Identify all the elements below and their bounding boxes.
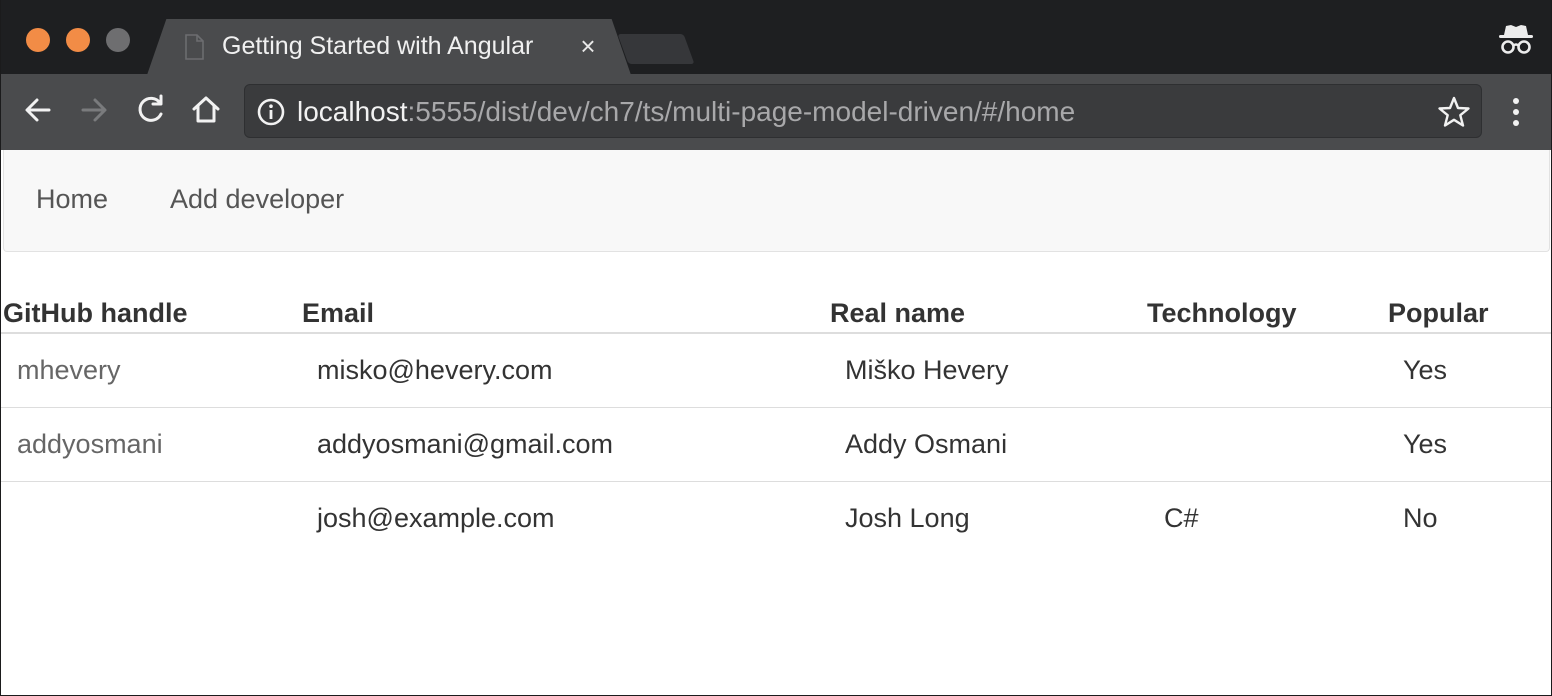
popular-cell: No xyxy=(1403,503,1438,533)
popular-cell: Yes xyxy=(1403,355,1448,385)
email-cell: misko@hevery.com xyxy=(317,355,553,385)
column-header-email: Email xyxy=(302,298,375,328)
github-handle-cell[interactable]: mhevery xyxy=(17,355,121,386)
column-header-popular: Popular xyxy=(1388,298,1489,328)
title-bar: Getting Started with Angular × xyxy=(1,0,1551,75)
popular-cell: Yes xyxy=(1403,429,1448,459)
browser-window: Getting Started with Angular × localhost… xyxy=(0,0,1552,696)
table-row: addyosmani addyosmani@gmail.com Addy Osm… xyxy=(1,408,1551,482)
browser-toolbar: localhost:5555/dist/dev/ch7/ts/multi-pag… xyxy=(1,74,1551,150)
email-cell: addyosmani@gmail.com xyxy=(317,429,614,459)
real-name-cell: Miško Hevery xyxy=(845,355,1009,385)
info-icon[interactable] xyxy=(257,98,285,126)
home-button[interactable] xyxy=(186,90,226,130)
back-arrow-icon xyxy=(25,98,51,122)
new-tab-button[interactable] xyxy=(617,34,695,64)
github-handle-cell[interactable]: addyosmani xyxy=(17,429,163,460)
table-row: mhevery misko@hevery.com Miško Hevery Ye… xyxy=(1,334,1551,408)
window-close-button[interactable] xyxy=(26,28,50,52)
window-minimize-button[interactable] xyxy=(66,28,90,52)
kebab-menu-icon[interactable] xyxy=(1501,92,1531,132)
close-icon[interactable]: × xyxy=(574,32,602,60)
forward-arrow-icon xyxy=(81,98,107,122)
real-name-cell: Addy Osmani xyxy=(845,429,1008,459)
reload-icon xyxy=(138,94,163,122)
back-button[interactable] xyxy=(18,90,58,130)
star-icon[interactable] xyxy=(1437,95,1471,129)
navbar: Home Add developer xyxy=(3,150,1550,252)
page-icon xyxy=(185,34,204,60)
nav-link-home[interactable]: Home xyxy=(36,184,108,215)
url-text[interactable]: localhost:5555/dist/dev/ch7/ts/multi-pag… xyxy=(297,96,1075,128)
technology-cell: C# xyxy=(1164,503,1199,533)
forward-button[interactable] xyxy=(74,90,114,130)
url-path: :5555/dist/dev/ch7/ts/multi-page-model-d… xyxy=(407,96,1076,127)
home-icon xyxy=(192,96,220,123)
column-header-github-handle: GitHub handle xyxy=(3,298,188,328)
page-content: Home Add developer GitHub handle Email R… xyxy=(1,150,1551,695)
column-header-technology: Technology xyxy=(1147,298,1297,328)
incognito-icon xyxy=(1499,25,1533,54)
column-header-real-name: Real name xyxy=(830,298,966,328)
table-row: josh@example.com Josh Long C# No xyxy=(1,482,1551,556)
email-cell: josh@example.com xyxy=(317,503,555,533)
window-zoom-button[interactable] xyxy=(106,28,130,52)
tab-title: Getting Started with Angular xyxy=(222,32,534,60)
address-bar[interactable]: localhost:5555/dist/dev/ch7/ts/multi-pag… xyxy=(244,84,1482,138)
real-name-cell: Josh Long xyxy=(845,503,970,533)
nav-link-add-developer[interactable]: Add developer xyxy=(170,184,344,215)
reload-button[interactable] xyxy=(130,90,170,130)
url-host: localhost xyxy=(297,96,408,127)
